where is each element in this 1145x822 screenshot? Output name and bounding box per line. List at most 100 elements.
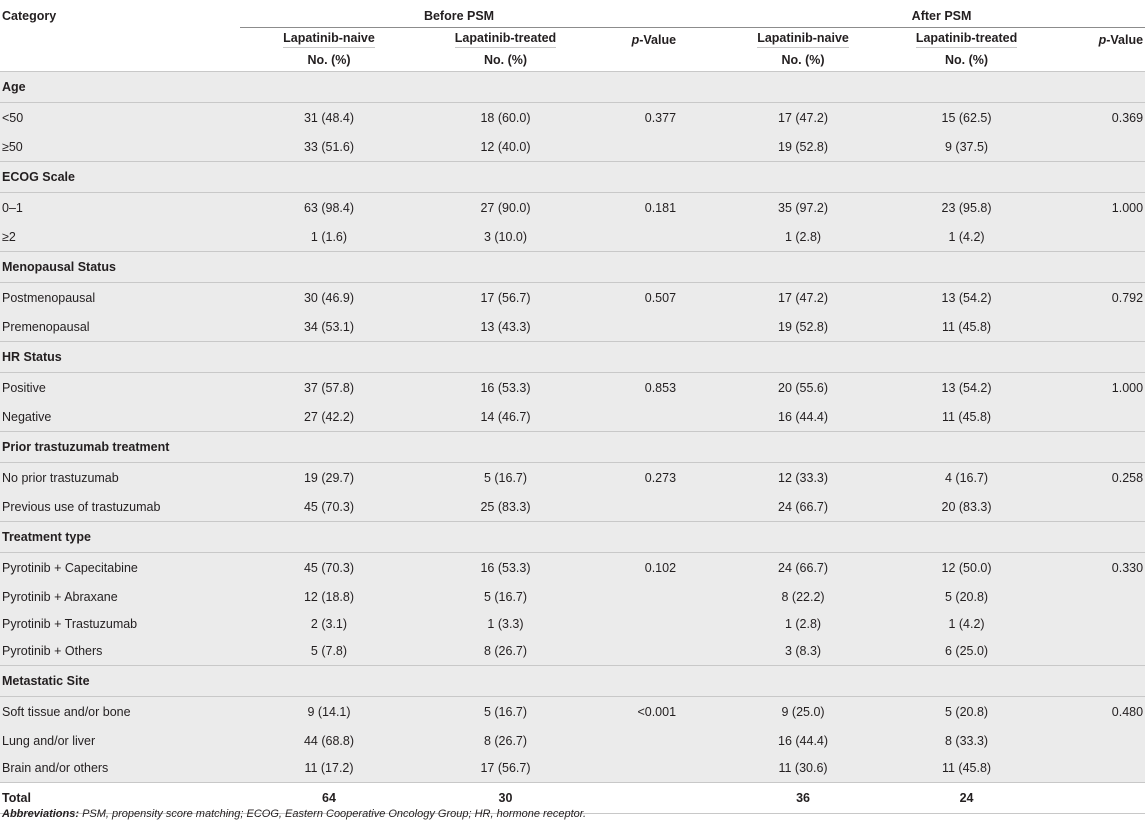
- before-treated-cell: 27 (90.0): [418, 192, 593, 224]
- section-title: HR Status: [0, 341, 1145, 373]
- after-naive-cell: 16 (44.4): [678, 727, 889, 755]
- after-treated-cell: 11 (45.8): [888, 754, 1046, 783]
- row-label: Postmenopausal: [0, 282, 240, 314]
- before-pvalue-cell: [593, 493, 679, 522]
- after-psm-label: After PSM: [911, 9, 972, 23]
- after-treated-cell: 8 (33.3): [888, 727, 1046, 755]
- before-pvalue-cell: 0.181: [593, 192, 679, 224]
- before-naive-cell: 12 (18.8): [240, 583, 418, 611]
- after-pvalue-cell: 1.000: [1045, 372, 1145, 404]
- after-naive-cell: 19 (52.8): [678, 133, 889, 162]
- section-header-row: HR Status: [0, 341, 1145, 373]
- after-treated-unit: No. (%): [888, 51, 1046, 72]
- after-pvalue-cell: 0.369: [1045, 102, 1145, 134]
- table-row: Postmenopausal 30 (46.9) 17 (56.7) 0.507 17 …: [0, 282, 1145, 314]
- after-pvalue-cell: [1045, 493, 1145, 522]
- before-treated-cell: 14 (46.7): [418, 403, 593, 432]
- after-naive-cell: 24 (66.7): [678, 552, 889, 584]
- before-treated-cell: 16 (53.3): [418, 372, 593, 404]
- footnote-text: PSM, propensity score matching; ECOG, Ea…: [79, 808, 587, 820]
- after-pvalue-cell: [1045, 637, 1145, 666]
- before-naive-unit: No. (%): [240, 51, 418, 72]
- table-row: ≥50 33 (51.6) 12 (40.0) 19 (52.8) 9 (37.5): [0, 133, 1145, 162]
- before-pvalue-cell: [593, 133, 679, 162]
- row-label: Lung and/or liver: [0, 727, 240, 755]
- row-label: Brain and/or others: [0, 754, 240, 783]
- after-naive-cell: 9 (25.0): [678, 696, 889, 728]
- after-treated-header: Lapatinib-treated: [888, 26, 1046, 52]
- table-row: Negative 27 (42.2) 14 (46.7) 16 (44.4) 11 (4…: [0, 403, 1145, 432]
- before-pvalue-cell: [593, 754, 679, 783]
- row-label: Pyrotinib + Abraxane: [0, 583, 240, 611]
- row-label: Pyrotinib + Others: [0, 637, 240, 666]
- before-naive-cell: 9 (14.1): [240, 696, 418, 728]
- after-naive-cell: 1 (2.8): [678, 223, 889, 252]
- before-naive-cell: 19 (29.7): [240, 462, 418, 494]
- after-treated-cell: 20 (83.3): [888, 493, 1046, 522]
- after-naive-cell: 11 (30.6): [678, 754, 889, 783]
- before-treated-cell: 8 (26.7): [418, 727, 593, 755]
- before-p-unit-spacer: [593, 51, 679, 72]
- table-row: Pyrotinib + Others 5 (7.8) 8 (26.7) 3 (8.3)…: [0, 637, 1145, 666]
- after-naive-cell: 1 (2.8): [678, 610, 889, 638]
- table-row: Previous use of trastuzumab 45 (70.3) 25 (…: [0, 493, 1145, 522]
- after-psm-header: After PSM: [678, 0, 1145, 27]
- before-pvalue-cell: [593, 727, 679, 755]
- section-title: Treatment type: [0, 521, 1145, 553]
- after-pvalue-cell: [1045, 583, 1145, 611]
- row-label: ≥50: [0, 133, 240, 162]
- section-header-row: Menopausal Status: [0, 251, 1145, 283]
- after-treated-cell: 1 (4.2): [888, 610, 1046, 638]
- after-naive-cell: 12 (33.3): [678, 462, 889, 494]
- category-header: Category: [2, 9, 57, 23]
- before-pvalue-header: p-Value: [593, 26, 679, 52]
- before-p-rest: -Value: [639, 32, 677, 47]
- row-label: Positive: [0, 372, 240, 404]
- after-naive-cell: 24 (66.7): [678, 493, 889, 522]
- after-treated-cell: 9 (37.5): [888, 133, 1046, 162]
- after-pvalue-header: p-Value: [1045, 26, 1145, 52]
- before-pvalue-cell: [593, 403, 679, 432]
- after-pvalue-cell: 0.330: [1045, 552, 1145, 584]
- before-treated-cell: 17 (56.7): [418, 282, 593, 314]
- table-body: Age <50 31 (48.4) 18 (60.0) 0.377 17 (47.2) 15…: [0, 71, 1145, 814]
- row-label: Pyrotinib + Trastuzumab: [0, 610, 240, 638]
- table-row: <50 31 (48.4) 18 (60.0) 0.377 17 (47.2) 15 (6…: [0, 102, 1145, 134]
- before-treated-header: Lapatinib-treated: [418, 26, 593, 52]
- after-treated-cell: 23 (95.8): [888, 192, 1046, 224]
- before-treated-cell: 18 (60.0): [418, 102, 593, 134]
- before-naive-cell: 27 (42.2): [240, 403, 418, 432]
- total-after-p-spacer: [1045, 781, 1145, 814]
- after-naive-cell: 19 (52.8): [678, 313, 889, 342]
- row-label: ≥2: [0, 223, 240, 252]
- before-naive-cell: 44 (68.8): [240, 727, 418, 755]
- before-pvalue-cell: [593, 313, 679, 342]
- before-treated-unit: No. (%): [418, 51, 593, 72]
- after-naive-cell: 17 (47.2): [678, 282, 889, 314]
- before-treated-cell: 25 (83.3): [418, 493, 593, 522]
- table-row: Positive 37 (57.8) 16 (53.3) 0.853 20 (55.6)…: [0, 372, 1145, 404]
- table-row: 0–1 63 (98.4) 27 (90.0) 0.181 35 (97.2) 23 (9…: [0, 192, 1145, 224]
- before-treated-cell: 13 (43.3): [418, 313, 593, 342]
- after-treated-cell: 11 (45.8): [888, 313, 1046, 342]
- section-header-row: Treatment type: [0, 521, 1145, 553]
- after-pvalue-cell: 0.792: [1045, 282, 1145, 314]
- before-naive-cell: 2 (3.1): [240, 610, 418, 638]
- before-pvalue-cell: [593, 637, 679, 666]
- after-treated-cell: 13 (54.2): [888, 372, 1046, 404]
- row-label: 0–1: [0, 192, 240, 224]
- footnote-label: Abbreviations:: [2, 808, 80, 820]
- section-header-row: Prior trastuzumab treatment: [0, 431, 1145, 463]
- before-naive-cell: 37 (57.8): [240, 372, 418, 404]
- after-p-unit-spacer: [1045, 51, 1145, 72]
- before-naive-cell: 33 (51.6): [240, 133, 418, 162]
- total-before-p-spacer: [593, 781, 679, 814]
- before-naive-cell: 30 (46.9): [240, 282, 418, 314]
- category-header-spacer: [0, 27, 240, 52]
- section-header-row: ECOG Scale: [0, 161, 1145, 193]
- after-naive-cell: 8 (22.2): [678, 583, 889, 611]
- section-title: Menopausal Status: [0, 251, 1145, 283]
- before-pvalue-cell: 0.853: [593, 372, 679, 404]
- total-after-treated: 24: [888, 781, 1046, 814]
- after-treated-cell: 5 (20.8): [888, 583, 1046, 611]
